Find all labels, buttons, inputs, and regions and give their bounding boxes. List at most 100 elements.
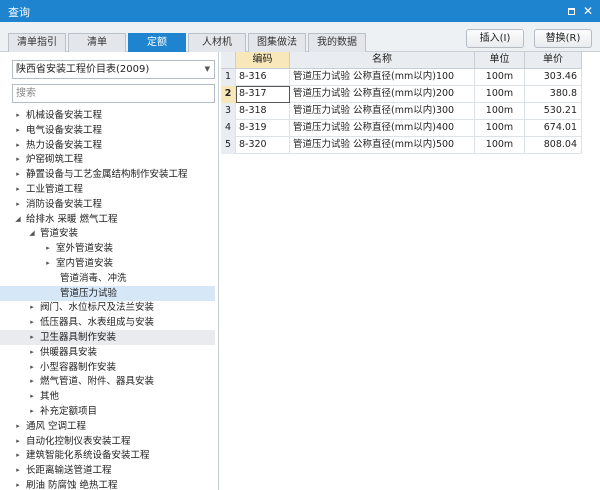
triangle-right-icon[interactable]: ▸: [27, 374, 37, 389]
tree-item-label: 管道消毒、冲洗: [60, 272, 127, 284]
cell-unit[interactable]: 100m: [475, 103, 525, 120]
tree-item[interactable]: ▸ 工业管道工程: [0, 182, 215, 197]
cell-unit[interactable]: 100m: [475, 120, 525, 137]
tab-quota[interactable]: 定额: [128, 33, 186, 52]
tree-item[interactable]: ▸ 室内管道安装: [0, 256, 215, 271]
tab-bill-guide[interactable]: 清单指引: [8, 33, 66, 52]
cell-name[interactable]: 管道压力试验 公称直径(mm以内)500: [290, 137, 475, 154]
cell-code[interactable]: 8-317: [236, 86, 290, 103]
tree-item-label: 低压器具、水表组成与安装: [40, 317, 155, 329]
table-row[interactable]: 2 8-317 管道压力试验 公称直径(mm以内)200 100m 380.8: [221, 86, 582, 103]
triangle-right-icon[interactable]: ▸: [13, 197, 23, 212]
triangle-right-icon[interactable]: ▸: [27, 360, 37, 375]
tree-item[interactable]: ▸ 供暖器具安装: [0, 345, 215, 360]
table-row[interactable]: 3 8-318 管道压力试验 公称直径(mm以内)300 100m 530.21: [221, 103, 582, 120]
cell-code[interactable]: 8-318: [236, 103, 290, 120]
column-header-price[interactable]: 单价: [525, 52, 582, 69]
triangle-right-icon[interactable]: ▸: [13, 123, 23, 138]
library-select[interactable]: 陕西省安装工程价目表(2009) ▼: [12, 60, 215, 79]
triangle-right-icon[interactable]: ▸: [13, 478, 23, 490]
cell-name[interactable]: 管道压力试验 公称直径(mm以内)200: [290, 86, 475, 103]
cell-code[interactable]: 8-316: [236, 69, 290, 86]
column-header-unit[interactable]: 单位: [475, 52, 525, 69]
search-input[interactable]: 搜索: [12, 84, 215, 103]
insert-button[interactable]: 插入(I): [466, 29, 524, 48]
cell-name[interactable]: 管道压力试验 公称直径(mm以内)300: [290, 103, 475, 120]
tree-item[interactable]: ▸ 燃气管道、附件、器具安装: [0, 374, 215, 389]
cell-code[interactable]: 8-320: [236, 137, 290, 154]
cell-name[interactable]: 管道压力试验 公称直径(mm以内)100: [290, 69, 475, 86]
tree-item[interactable]: ▸ 消防设备安装工程: [0, 197, 215, 212]
cell-unit[interactable]: 100m: [475, 69, 525, 86]
tree-item[interactable]: ▸ 低压器具、水表组成与安装: [0, 315, 215, 330]
tree-item[interactable]: ▸ 刷油 防腐蚀 绝热工程: [0, 478, 215, 490]
triangle-right-icon[interactable]: ▸: [13, 463, 23, 478]
triangle-right-icon[interactable]: ▸: [27, 389, 37, 404]
tree-item[interactable]: ▸ 静置设备与工艺金属结构制作安装工程: [0, 167, 215, 182]
triangle-right-icon[interactable]: ▸: [43, 241, 53, 256]
tree-item[interactable]: ▸ 卫生器具制作安装: [0, 330, 215, 345]
table-row[interactable]: 4 8-319 管道压力试验 公称直径(mm以内)400 100m 674.01: [221, 120, 582, 137]
tree-item[interactable]: ▸ 补充定额项目: [0, 404, 215, 419]
triangle-right-icon[interactable]: ▸: [13, 138, 23, 153]
tree-item-label: 自动化控制仪表安装工程: [26, 435, 131, 447]
tree-item[interactable]: ▸ 自动化控制仪表安装工程: [0, 434, 215, 449]
table-row[interactable]: 5 8-320 管道压力试验 公称直径(mm以内)500 100m 808.04: [221, 137, 582, 154]
column-header-code[interactable]: 编码: [236, 52, 290, 69]
row-number: 4: [221, 120, 236, 137]
cell-unit[interactable]: 100m: [475, 86, 525, 103]
cell-price[interactable]: 530.21: [525, 103, 582, 120]
triangle-right-icon[interactable]: ▸: [13, 167, 23, 182]
tree-item[interactable]: ▸ 阀门、水位标尺及法兰安装: [0, 300, 215, 315]
triangle-right-icon[interactable]: ▸: [13, 182, 23, 197]
tree-item[interactable]: ▸ 小型容器制作安装: [0, 360, 215, 375]
cell-unit[interactable]: 100m: [475, 137, 525, 154]
cell-price[interactable]: 808.04: [525, 137, 582, 154]
triangle-right-icon[interactable]: ▸: [27, 300, 37, 315]
window-title: 查询: [8, 6, 30, 19]
cell-code[interactable]: 8-319: [236, 120, 290, 137]
tab-my-data[interactable]: 我的数据: [308, 33, 366, 52]
cell-name[interactable]: 管道压力试验 公称直径(mm以内)400: [290, 120, 475, 137]
tree-item[interactable]: 管道压力试验: [0, 285, 215, 301]
tree-item[interactable]: 管道消毒、冲洗: [0, 271, 215, 286]
tree-item[interactable]: ▸ 炉窑砌筑工程: [0, 152, 215, 167]
cell-price[interactable]: 674.01: [525, 120, 582, 137]
triangle-right-icon[interactable]: ▸: [27, 345, 37, 360]
triangle-right-icon[interactable]: ▸: [13, 448, 23, 463]
tree-item[interactable]: ▸ 机械设备安装工程: [0, 108, 215, 123]
table-row[interactable]: 1 8-316 管道压力试验 公称直径(mm以内)100 100m 303.46: [221, 69, 582, 86]
triangle-down-icon[interactable]: ◢: [27, 226, 37, 241]
tree-item[interactable]: ▸ 热力设备安装工程: [0, 138, 215, 153]
replace-button[interactable]: 替换(R): [534, 29, 592, 48]
tree-item-label: 其他: [40, 391, 60, 403]
tree-item[interactable]: ▸ 通风 空调工程: [0, 419, 215, 434]
tree-item[interactable]: ▸ 长距离输送管道工程: [0, 463, 215, 478]
triangle-right-icon[interactable]: ▸: [13, 108, 23, 123]
tab-atlas-method[interactable]: 图集做法: [248, 33, 306, 52]
tree-item[interactable]: ◢ 给排水 采暖 燃气工程: [0, 212, 215, 227]
tab-bill[interactable]: 清单: [68, 33, 126, 52]
tree-item-label: 管道安装: [40, 228, 79, 240]
cell-price[interactable]: 303.46: [525, 69, 582, 86]
close-icon[interactable]: ✕: [580, 3, 596, 19]
tree-item[interactable]: ▸ 电气设备安装工程: [0, 123, 215, 138]
tab-labor-material-machine[interactable]: 人材机: [188, 33, 246, 52]
triangle-right-icon[interactable]: ▸: [13, 152, 23, 167]
vertical-scrollbar[interactable]: [586, 52, 600, 490]
chevron-down-icon[interactable]: ▼: [205, 61, 210, 78]
triangle-right-icon[interactable]: ▸: [13, 434, 23, 449]
tree-item[interactable]: ▸ 建筑智能化系统设备安装工程: [0, 448, 215, 463]
tree-item[interactable]: ▸ 其他: [0, 389, 215, 404]
triangle-right-icon[interactable]: ▸: [13, 419, 23, 434]
triangle-right-icon[interactable]: ▸: [27, 330, 37, 345]
tree-item[interactable]: ◢ 管道安装: [0, 226, 215, 241]
triangle-right-icon[interactable]: ▸: [27, 315, 37, 330]
tree-item[interactable]: ▸ 室外管道安装: [0, 241, 215, 256]
cell-price[interactable]: 380.8: [525, 86, 582, 103]
triangle-right-icon[interactable]: ▸: [43, 256, 53, 271]
column-header-name[interactable]: 名称: [290, 52, 475, 69]
maximize-icon[interactable]: [563, 3, 579, 19]
triangle-right-icon[interactable]: ▸: [27, 404, 37, 419]
triangle-down-icon[interactable]: ◢: [13, 212, 23, 227]
